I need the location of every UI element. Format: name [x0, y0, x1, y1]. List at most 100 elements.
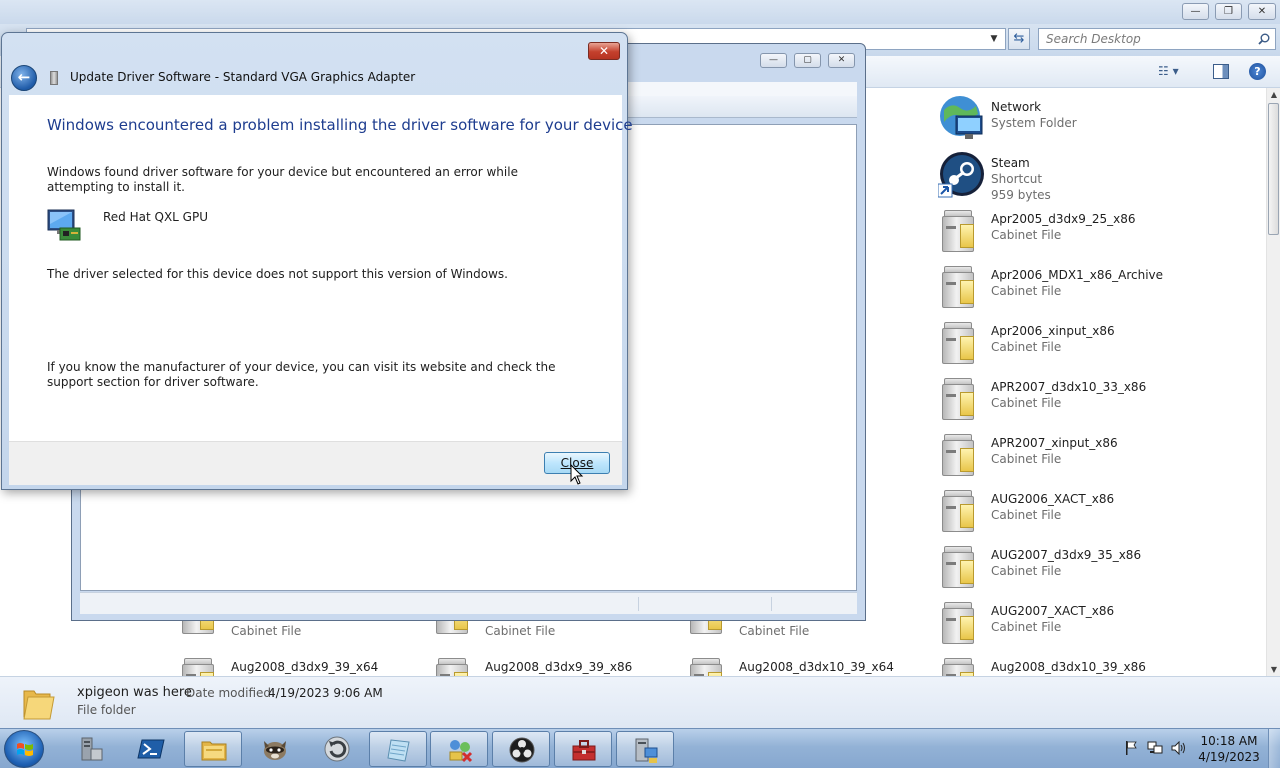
file-type: Cabinet File [991, 396, 1062, 410]
file-name: Steam [991, 156, 1030, 170]
vertical-scrollbar[interactable]: ▲ ▼ [1266, 88, 1280, 676]
volume-icon[interactable] [1171, 741, 1187, 755]
scrollbar-thumb[interactable] [1268, 103, 1279, 235]
file-name: AUG2007_XACT_x86 [991, 604, 1115, 618]
minimize-button[interactable]: — [1182, 3, 1209, 20]
file-item-cabinet[interactable]: Apr2005_d3dx9_25_x86 Cabinet File [938, 206, 1258, 258]
start-button[interactable] [4, 730, 44, 768]
file-item-cabinet[interactable]: Aug2008_d3dx10_39_x64 [686, 654, 1006, 676]
file-name: AUG2006_XACT_x86 [991, 492, 1115, 506]
taskbar-powershell[interactable] [122, 731, 180, 767]
taskbar-toolbox[interactable] [554, 731, 612, 767]
action-center-flag-icon[interactable] [1125, 741, 1137, 755]
file-type: Cabinet File [991, 228, 1062, 242]
file-item-cabinet[interactable]: Apr2006_MDX1_x86_Archive Cabinet File [938, 262, 1258, 314]
restore-button[interactable]: ❐ [1215, 3, 1242, 20]
file-type: Cabinet File [739, 624, 810, 638]
refresh-button[interactable]: ⇆ [1008, 28, 1030, 50]
cabinet-icon [690, 658, 724, 676]
file-name: Aug2008_d3dx10_39_x86 [991, 660, 1146, 674]
details-pane: xpigeon was here Date modified: 4/19/202… [0, 676, 1280, 728]
file-type: Cabinet File [485, 624, 556, 638]
status-divider [771, 597, 772, 611]
clock-date[interactable]: 4/19/2023 [1196, 750, 1262, 764]
close-button[interactable]: ✕ [828, 53, 855, 68]
file-name: Aug2008_d3dx9_39_x86 [485, 660, 633, 674]
toolbox-icon [572, 740, 596, 761]
device-name: Red Hat QXL GPU [103, 210, 208, 224]
file-item-cabinet[interactable]: APR2007_d3dx10_33_x86 Cabinet File [938, 374, 1258, 426]
date-modified-label: Date modified: [186, 686, 276, 700]
cabinet-icon [436, 658, 470, 676]
back-button[interactable]: ← [11, 65, 37, 91]
chevron-down-icon[interactable]: ▼ [986, 30, 1002, 48]
show-desktop-button[interactable] [1268, 729, 1280, 768]
network-tray-icon[interactable] [1147, 741, 1163, 755]
file-item-steam[interactable]: Steam Shortcut 959 bytes [938, 150, 1258, 202]
cabinet-icon [942, 266, 976, 308]
file-item-network[interactable]: Network System Folder [938, 94, 1258, 146]
taskbar-network-tools[interactable] [430, 731, 488, 767]
taskbar: 10:18 AM 4/19/2023 [0, 728, 1280, 768]
file-name: Network [991, 100, 1042, 114]
unsupported-message: The driver selected for this device does… [47, 267, 508, 281]
server-manager-icon [81, 737, 103, 761]
file-name: APR2007_d3dx10_33_x86 [991, 380, 1147, 394]
device-manager-icon [635, 738, 658, 763]
taskbar-file-explorer[interactable] [184, 731, 242, 767]
status-bar [80, 592, 857, 614]
file-name: Apr2005_d3dx9_25_x86 [991, 212, 1136, 226]
search-icon[interactable] [1258, 33, 1270, 45]
preview-pane-button[interactable] [1213, 64, 1229, 79]
dialog-title: Update Driver Software - Standard VGA Gr… [70, 70, 416, 84]
file-name: Apr2006_xinput_x86 [991, 324, 1115, 338]
network-tools-icon [449, 740, 473, 763]
file-item-cabinet[interactable]: APR2007_xinput_x86 Cabinet File [938, 430, 1258, 482]
clock-time[interactable]: 10:18 AM [1196, 734, 1262, 748]
file-name: APR2007_xinput_x86 [991, 436, 1118, 450]
scroll-up-icon[interactable]: ▲ [1267, 90, 1280, 99]
error-heading: Windows encountered a problem installing… [47, 116, 633, 134]
scroll-down-icon[interactable]: ▼ [1267, 665, 1280, 674]
file-type: Cabinet File [991, 340, 1062, 354]
network-icon [940, 96, 983, 139]
selected-item-name: xpigeon was here [77, 685, 192, 700]
minimize-button[interactable]: — [760, 53, 787, 68]
file-item-cabinet[interactable]: AUG2007_d3dx9_35_x86 Cabinet File [938, 542, 1258, 594]
mouse-cursor-icon [570, 464, 584, 485]
file-type: Cabinet File [231, 624, 302, 638]
taskbar-raccoon-app[interactable] [246, 731, 304, 767]
explorer-titlebar: — ❐ ✕ [0, 0, 1280, 24]
file-type: Cabinet File [991, 452, 1062, 466]
file-name: Aug2008_d3dx9_39_x64 [231, 660, 379, 674]
dialog-footer: Close [9, 441, 622, 485]
status-divider [638, 597, 639, 611]
raccoon-app-icon [264, 741, 286, 760]
help-icon[interactable]: ? [1249, 63, 1266, 80]
taskbar-server-manager[interactable] [61, 731, 119, 767]
file-type: Cabinet File [991, 284, 1062, 298]
change-view-button[interactable]: ☷ ▾ [1158, 64, 1192, 80]
file-name: Aug2008_d3dx10_39_x64 [739, 660, 894, 674]
file-explorer-icon [201, 741, 227, 761]
folder-icon [23, 690, 55, 720]
cabinet-icon [942, 322, 976, 364]
taskbar-obs[interactable] [492, 731, 550, 767]
notepad-icon [387, 739, 410, 762]
file-type: System Folder [991, 116, 1077, 130]
maximize-button[interactable]: ▢ [794, 53, 821, 68]
search-input[interactable] [1038, 28, 1276, 50]
taskbar-refresh-app[interactable] [308, 731, 366, 767]
file-name: AUG2007_d3dx9_35_x86 [991, 548, 1142, 562]
refresh-app-icon [324, 736, 350, 762]
windows-logo-icon [17, 743, 33, 756]
dialog-close-button[interactable]: ✕ [588, 42, 620, 60]
file-item-cabinet[interactable]: AUG2006_XACT_x86 Cabinet File [938, 486, 1258, 538]
taskbar-notepad[interactable] [369, 731, 427, 767]
taskbar-device-manager[interactable] [616, 731, 674, 767]
cabinet-icon [942, 378, 976, 420]
file-item-cabinet[interactable]: Apr2006_xinput_x86 Cabinet File [938, 318, 1258, 370]
powershell-icon [137, 739, 165, 759]
error-message: Windows found driver software for your d… [47, 165, 518, 194]
close-button[interactable]: ✕ [1248, 3, 1276, 20]
